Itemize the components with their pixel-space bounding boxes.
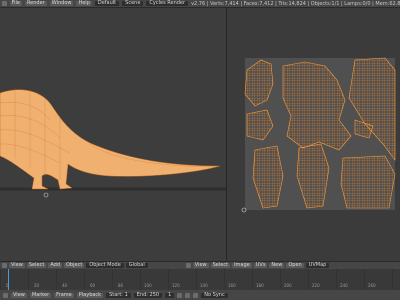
uv-island-body <box>282 61 352 151</box>
timeline-tick: 160 <box>228 283 236 288</box>
timeline-menu-view[interactable]: View <box>11 292 27 298</box>
uv-island-arm <box>246 109 274 141</box>
3d-cursor[interactable] <box>43 192 49 198</box>
sync-mode-selector[interactable]: No Sync <box>201 292 228 298</box>
uv-island-leg-right <box>296 143 330 209</box>
render-engine-selector[interactable]: Cycles Render <box>146 1 189 6</box>
view3d-menu-select[interactable]: Select <box>26 263 47 268</box>
current-frame-field[interactable]: 1 <box>165 292 175 298</box>
timeline-tick: 120 <box>172 283 180 288</box>
timeline-tick: 100 <box>144 283 152 288</box>
view3d-menu-add[interactable]: Add <box>48 263 62 268</box>
menu-file[interactable]: File <box>9 1 22 6</box>
menu-help[interactable]: Help <box>76 1 92 6</box>
timeline-tick: 240 <box>340 283 348 288</box>
timeline-editor-type-icon[interactable] <box>3 292 8 298</box>
uv-canvas <box>241 57 396 213</box>
jump-end-icon[interactable] <box>193 292 199 298</box>
dinosaur-model[interactable] <box>0 88 221 190</box>
uv-island-leg-left <box>252 145 284 209</box>
timeline-tick: 200 <box>284 283 292 288</box>
timeline-tick: 0 <box>6 283 9 288</box>
timeline-tick: 180 <box>256 283 264 288</box>
uv-map-selector[interactable]: UVMap <box>305 263 330 268</box>
view3d-editor-type-icon[interactable] <box>2 263 7 268</box>
scene-selector[interactable]: Scene <box>122 1 144 6</box>
timeline-menu-marker[interactable]: Marker <box>29 292 52 298</box>
uv-image-editor[interactable] <box>227 8 400 261</box>
view3d-menu-object[interactable]: Object <box>64 263 85 268</box>
layout-selector[interactable]: Default <box>94 1 120 6</box>
3d-viewport[interactable] <box>0 8 227 261</box>
2d-cursor[interactable] <box>241 207 247 213</box>
uv-islands[interactable] <box>244 57 396 209</box>
uv-island-head <box>244 59 274 107</box>
view3d-menu-view[interactable]: View <box>9 263 25 268</box>
mode-selector[interactable]: Object Mode <box>86 263 124 268</box>
timeline-header: View Marker Frame Playback Start: 1 End:… <box>0 290 400 300</box>
dinosaur-body <box>0 89 221 190</box>
timeline-tick: 60 <box>90 283 96 288</box>
viewport-canvas <box>0 88 226 198</box>
editor-headers: View Select Add Object Object Mode Globa… <box>0 261 400 269</box>
uv-menu-select[interactable]: Select <box>210 263 231 268</box>
uv-menu-image[interactable]: Image <box>232 263 252 268</box>
end-frame-field[interactable]: End: 250 <box>133 292 163 298</box>
start-frame-field[interactable]: Start: 1 <box>106 292 131 298</box>
timeline-tick: 140 <box>200 283 208 288</box>
timeline-tick: 260 <box>368 283 376 288</box>
timeline-tick: 220 <box>312 283 320 288</box>
scene-stats: v2.76 | Verts:7,414 | Faces:7,412 | Tris… <box>191 0 400 7</box>
timeline-menu-frame[interactable]: Frame <box>54 292 74 298</box>
timeline-tick: 40 <box>62 283 68 288</box>
uv-island-tail <box>348 57 396 161</box>
uv-menu-view[interactable]: View <box>192 263 209 268</box>
uv-menu-uvs[interactable]: UVs <box>253 263 268 268</box>
jump-start-icon[interactable] <box>177 292 183 298</box>
info-header: File Render Window Help Default Scene Cy… <box>0 0 400 8</box>
uv-open-image-button[interactable]: Open <box>286 263 304 268</box>
timeline-menu-playback[interactable]: Playback <box>76 292 104 298</box>
menu-window[interactable]: Window <box>49 1 74 6</box>
uv-new-image-button[interactable]: New <box>269 263 285 268</box>
timeline-tick: 80 <box>118 283 124 288</box>
menu-render[interactable]: Render <box>24 1 47 6</box>
uv-island-foot <box>340 155 396 209</box>
play-icon[interactable] <box>185 292 191 298</box>
timeline-tick: 20 <box>34 283 40 288</box>
timeline[interactable]: 0 20 40 60 80 100 120 140 160 180 200 22… <box>0 269 400 290</box>
uv-editor-type-icon[interactable] <box>185 263 191 268</box>
editor-type-icon[interactable] <box>2 1 7 6</box>
orientation-selector[interactable]: Global <box>125 263 148 268</box>
